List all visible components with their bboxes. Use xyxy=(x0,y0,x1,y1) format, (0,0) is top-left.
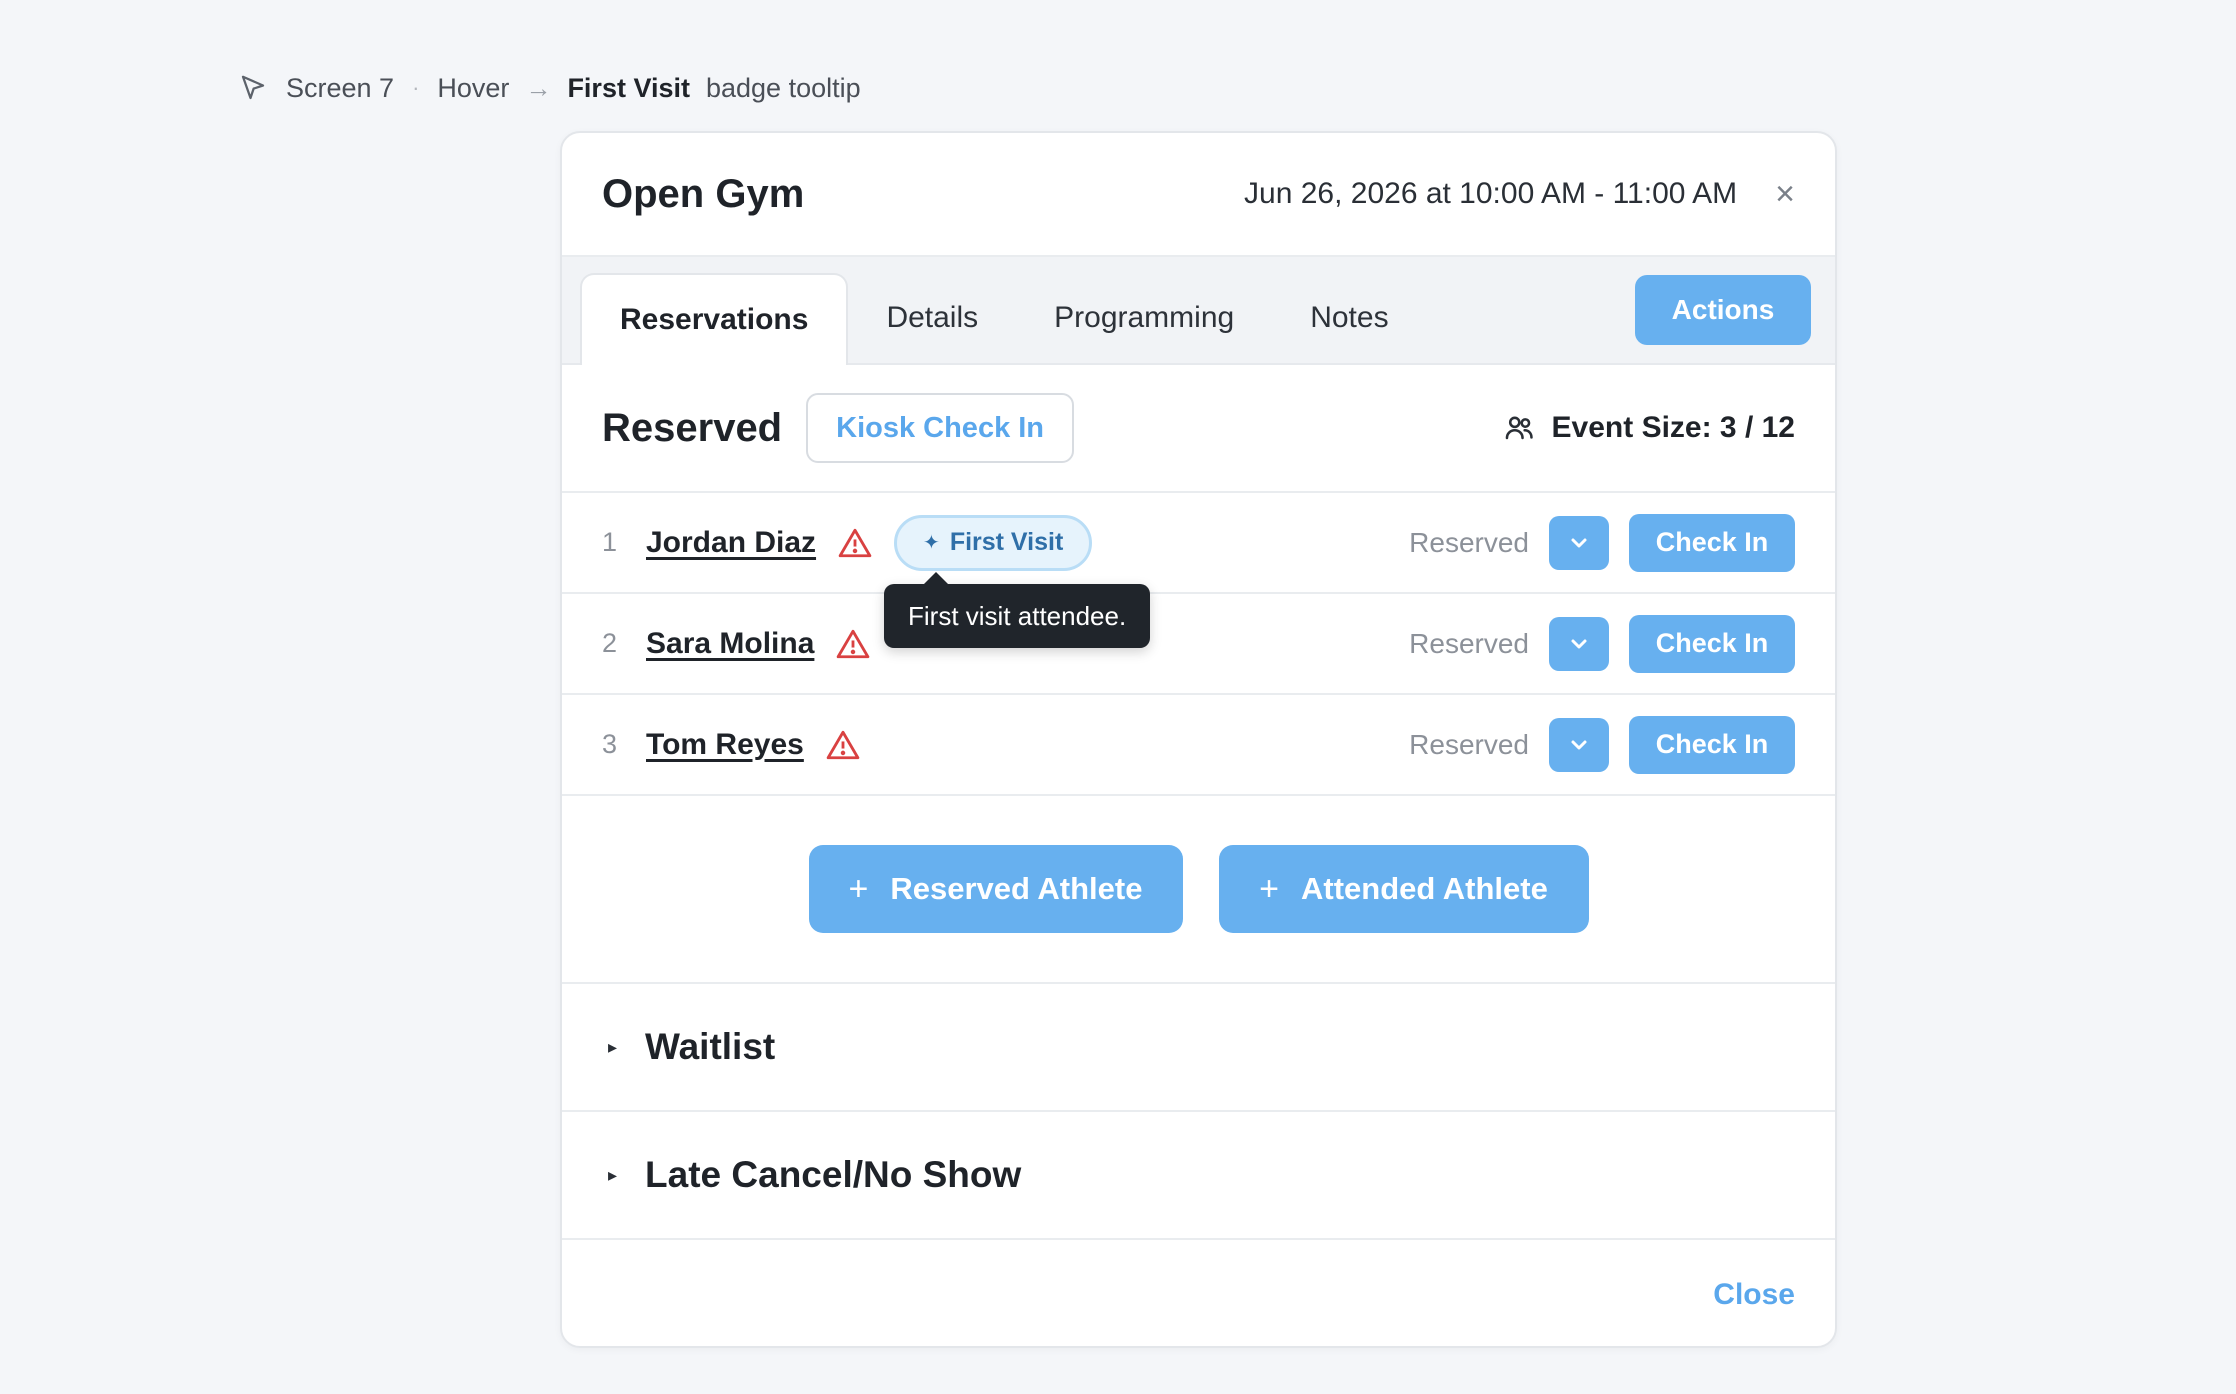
first-visit-tooltip: First visit attendee. xyxy=(884,572,1151,648)
first-visit-badge-label: First Visit xyxy=(949,528,1064,556)
add-reserved-athlete-label: Reserved Athlete xyxy=(890,871,1143,906)
check-in-button[interactable]: Check In xyxy=(1629,715,1795,774)
tab-reservations[interactable]: Reservations xyxy=(580,273,849,365)
add-reserved-athlete-button[interactable]: + Reserved Athlete xyxy=(808,845,1183,933)
people-icon xyxy=(1502,411,1536,445)
row-number: 3 xyxy=(602,729,618,759)
reservation-status: Reserved xyxy=(1409,627,1529,659)
modal-footer: Close xyxy=(562,1240,1835,1350)
reserved-section-header: Reserved Kiosk Check In Event Size: 3 / … xyxy=(562,365,1835,493)
caption-separator: · xyxy=(412,75,420,100)
caption-breadcrumb: Screen 7 · Hover → First Visit badge too… xyxy=(238,68,861,108)
table-row: 1 Jordan Diaz ✦ First Visit Reserved Che… xyxy=(562,493,1835,594)
chevron-down-icon xyxy=(1571,639,1587,648)
warning-triangle-icon[interactable] xyxy=(838,527,872,559)
table-row: 2 Sara Molina Reserved Check In xyxy=(562,594,1835,695)
caption-screen: Screen 7 xyxy=(286,72,395,103)
table-row: 3 Tom Reyes Reserved Check In xyxy=(562,695,1835,796)
athlete-name-link[interactable]: Tom Reyes xyxy=(646,728,804,762)
actions-button[interactable]: Actions xyxy=(1635,275,1811,345)
kiosk-check-in-button[interactable]: Kiosk Check In xyxy=(806,393,1075,463)
check-in-button[interactable]: Check In xyxy=(1629,513,1795,572)
late-cancel-title: Late Cancel/No Show xyxy=(645,1154,1022,1195)
warning-triangle-icon[interactable] xyxy=(836,628,870,660)
waitlist-title: Waitlist xyxy=(645,1026,776,1067)
event-datetime: Jun 26, 2026 at 10:00 AM - 11:00 AM xyxy=(1244,177,1738,210)
first-visit-badge[interactable]: ✦ First Visit xyxy=(894,514,1093,571)
caption-arrow: → xyxy=(525,72,552,103)
status-dropdown-button[interactable] xyxy=(1549,616,1609,671)
tab-details[interactable]: Details xyxy=(848,273,1016,363)
modal-title: Open Gym xyxy=(602,171,805,216)
athlete-name-link[interactable]: Sara Molina xyxy=(646,627,814,661)
modal-header: Open Gym Jun 26, 2026 at 10:00 AM - 11:0… xyxy=(562,133,1835,257)
close-icon[interactable]: × xyxy=(1775,177,1795,211)
chevron-down-icon xyxy=(1571,740,1587,749)
waitlist-section-toggle[interactable]: ▸ Waitlist xyxy=(562,984,1835,1112)
caption-target-suffix: badge tooltip xyxy=(705,72,861,103)
status-dropdown-button[interactable] xyxy=(1549,717,1609,772)
add-attended-athlete-label: Attended Athlete xyxy=(1301,871,1548,906)
reserved-title: Reserved xyxy=(602,405,783,450)
caption-state: Hover xyxy=(437,72,510,103)
reservation-status: Reserved xyxy=(1409,526,1529,558)
plus-icon: + xyxy=(848,869,869,908)
add-athlete-area: + Reserved Athlete + Attended Athlete xyxy=(562,796,1835,984)
plus-icon: + xyxy=(1259,869,1279,908)
status-dropdown-button[interactable] xyxy=(1549,515,1609,570)
sparkle-icon: ✦ xyxy=(923,532,940,554)
caption-target: First Visit xyxy=(567,72,690,103)
tab-notes[interactable]: Notes xyxy=(1272,273,1426,363)
event-size: Event Size: 3 / 12 xyxy=(1502,411,1795,445)
caret-right-icon: ▸ xyxy=(608,1164,618,1185)
tab-programming[interactable]: Programming xyxy=(1016,273,1272,363)
athlete-name-link[interactable]: Jordan Diaz xyxy=(646,526,816,560)
row-number: 1 xyxy=(602,527,618,557)
caret-right-icon: ▸ xyxy=(608,1036,618,1057)
tab-bar: Reservations Details Programming Notes A… xyxy=(562,257,1835,365)
late-cancel-section-toggle[interactable]: ▸ Late Cancel/No Show xyxy=(562,1112,1835,1240)
event-modal: Open Gym Jun 26, 2026 at 10:00 AM - 11:0… xyxy=(560,131,1837,1348)
chevron-down-icon xyxy=(1571,538,1587,547)
modal-header-right: Jun 26, 2026 at 10:00 AM - 11:00 AM × xyxy=(1244,177,1795,211)
event-size-label: Event Size: 3 / 12 xyxy=(1551,411,1795,444)
cursor-arrow-icon xyxy=(238,71,272,105)
row-number: 2 xyxy=(602,628,618,658)
warning-triangle-icon[interactable] xyxy=(826,729,860,761)
check-in-button[interactable]: Check In xyxy=(1629,614,1795,673)
add-attended-athlete-button[interactable]: + Attended Athlete xyxy=(1218,845,1589,933)
reservation-status: Reserved xyxy=(1409,728,1529,760)
close-button[interactable]: Close xyxy=(1713,1278,1795,1312)
